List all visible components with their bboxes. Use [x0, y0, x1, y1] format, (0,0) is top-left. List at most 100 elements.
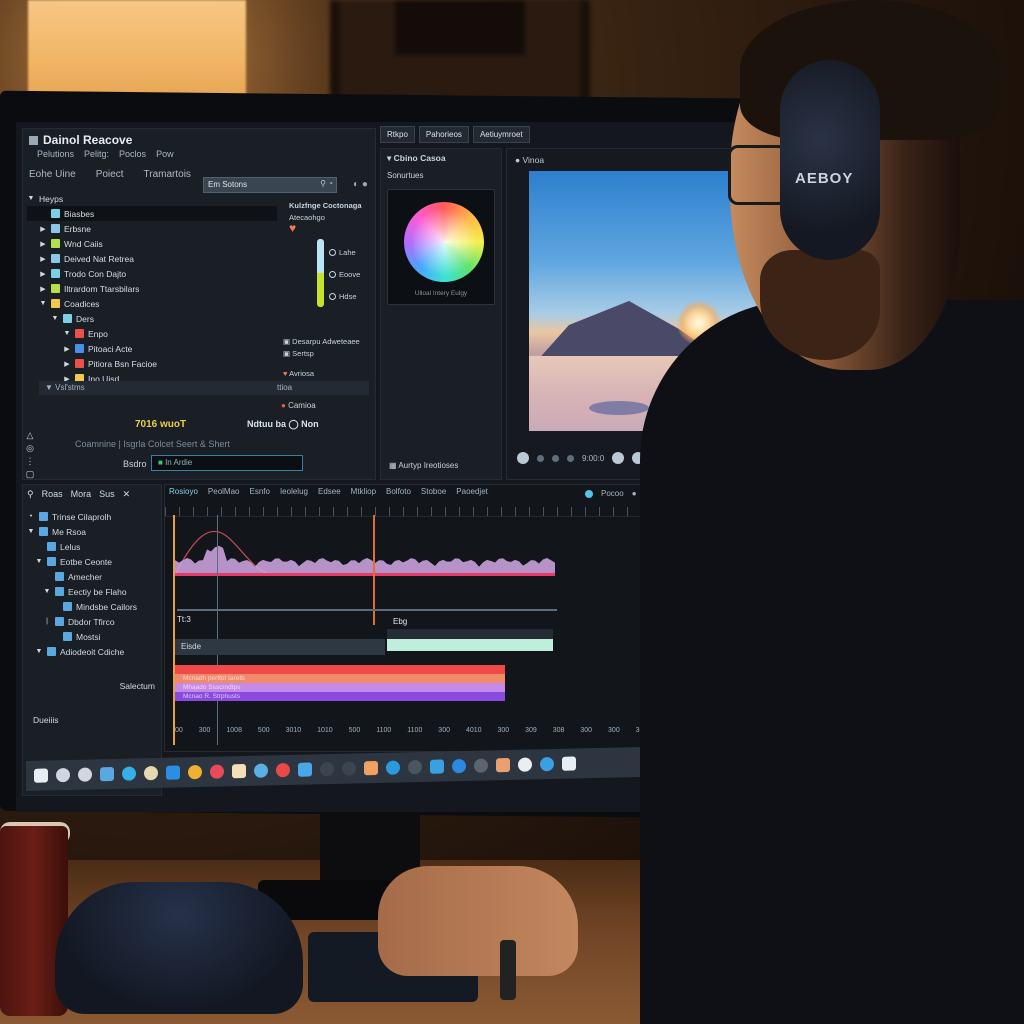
media-tree-item[interactable]: ▶ Pitiora Bsn Facioe [27, 356, 277, 371]
menu-item[interactable]: Pelutions [37, 149, 74, 159]
bin-item[interactable]: ▼ Eectiy be Flaho [27, 584, 137, 599]
media-tree-item[interactable]: ▶ Iltrardom Ttarsbilars [27, 281, 277, 296]
media-tree-item[interactable]: ▼ Ders [27, 311, 277, 326]
media-tree-item[interactable]: ▼ Coadices [27, 296, 277, 311]
media-tree-item[interactable]: ▶ Erbsne [27, 221, 277, 236]
up-icon[interactable]: △ [23, 429, 37, 442]
in-marker[interactable] [173, 515, 175, 745]
tab-edit-line[interactable]: Eohe Uine [29, 169, 76, 180]
extra-item[interactable]: ▣ Desarpu Adweteaee [283, 337, 360, 346]
settings-icon[interactable] [408, 759, 422, 775]
loop-icon[interactable] [517, 452, 529, 464]
auto-item[interactable]: ▦ Aurtyp Ireotioses [389, 461, 458, 470]
store-icon[interactable] [144, 765, 158, 781]
prev-icon[interactable] [537, 454, 544, 462]
caret-icon[interactable]: ▼ [63, 330, 71, 337]
terminal-icon[interactable] [320, 761, 334, 777]
timeline-tab[interactable]: Mtkliop [351, 487, 376, 496]
cloud-icon[interactable] [474, 758, 488, 773]
caret-icon[interactable]: | [43, 618, 51, 625]
bins-tab[interactable]: Mora [71, 489, 92, 500]
skype-icon[interactable] [298, 762, 312, 777]
pin-icon[interactable]: ⚲ [27, 489, 34, 500]
caret-icon[interactable]: ▼ [51, 315, 59, 322]
app-icon[interactable] [166, 765, 180, 780]
start-icon[interactable] [34, 768, 48, 783]
media-tree-item[interactable]: Biasbes [27, 206, 277, 221]
collapsible-bar[interactable]: ▼ Vsl'stms ttioa [39, 381, 369, 395]
radio-icon[interactable]: ◯ [289, 419, 299, 429]
workspace-tab[interactable]: Pahorieos [418, 126, 469, 143]
timeline-tab[interactable]: Bolfoto [386, 487, 411, 496]
extra-item[interactable]: ▣ Sertsp [283, 349, 314, 358]
audio-clip-mint[interactable] [387, 629, 553, 651]
tab-project[interactable]: Poiect [96, 169, 124, 180]
camera-item[interactable]: ● Camioa [281, 401, 316, 410]
timeline-tab[interactable]: Rosioyo [169, 487, 198, 496]
bin-item[interactable]: Lelus [27, 539, 137, 554]
caret-icon[interactable]: ▶ [39, 285, 47, 293]
caret-icon[interactable]: ▶ [39, 225, 47, 233]
caret-icon[interactable]: • [27, 513, 35, 520]
mail-icon[interactable] [430, 759, 444, 774]
bin-item[interactable]: Amecher [27, 569, 137, 584]
doc-icon[interactable]: ▢ [23, 468, 37, 481]
radio-option[interactable]: Eoove [329, 263, 360, 285]
red-app-icon[interactable] [210, 764, 224, 779]
media-icon[interactable] [254, 763, 268, 778]
action-item[interactable]: ♥ Avriosa [283, 369, 314, 378]
bins-tab[interactable]: Roas [42, 489, 63, 500]
user-icon[interactable] [496, 757, 510, 773]
bin-item[interactable]: ▼ Eotbe Ceonte [27, 554, 137, 569]
timeline-tab[interactable]: Paoedjet [456, 487, 488, 496]
media-tree-item[interactable]: ▶ Deived Nat Retrea [27, 251, 277, 266]
color-clip[interactable]: Mcnao R. Strphusts [175, 692, 505, 701]
window2-icon[interactable] [540, 756, 554, 772]
app2-icon[interactable] [452, 758, 466, 774]
bin-item[interactable]: Mostsi [27, 629, 137, 644]
bin-item[interactable]: • Trinse Cilaprolh [27, 509, 137, 524]
text-field[interactable]: ■ In Ardie [151, 455, 303, 471]
menu-item[interactable]: Poclos [119, 149, 146, 159]
chrome-icon[interactable] [188, 764, 202, 780]
caret-icon[interactable]: ▶ [39, 270, 47, 278]
widgets-icon[interactable] [56, 767, 70, 783]
timeline-tab[interactable]: Esnfo [249, 487, 269, 496]
bin-item[interactable]: ▼ Me Rsoa [27, 524, 137, 539]
photos-icon[interactable] [364, 760, 378, 776]
edge-icon[interactable] [122, 766, 136, 781]
bin-item[interactable]: ▼ Adiodeoit Cdiche [27, 644, 137, 659]
radio-option[interactable]: Hdse [329, 285, 360, 307]
caret-icon[interactable]: ▼ [35, 648, 43, 655]
media-tree-item[interactable]: ▼ Enpo [27, 326, 277, 341]
folder-icon[interactable] [342, 761, 356, 776]
color-clip[interactable]: Mhaado Ssscrndtps [175, 683, 505, 692]
media-tree-item[interactable]: ▶ Pitoaci Acte [27, 341, 277, 356]
caret-icon[interactable]: ▼ [35, 558, 43, 565]
tree-section[interactable]: ▼ Heyps [27, 191, 277, 206]
heart-icon[interactable]: ♥ [289, 221, 296, 235]
network-option[interactable]: Non [301, 419, 319, 429]
color-clip[interactable] [175, 665, 505, 674]
caret-icon[interactable]: ▼ [39, 300, 47, 307]
radio-option[interactable]: Lahe [329, 241, 360, 263]
bins-tab[interactable]: Sus [99, 489, 115, 500]
record-icon[interactable] [276, 762, 290, 778]
search-icon[interactable]: ⚲ ◔ [320, 179, 333, 188]
bin-item[interactable]: Mindsbe Cailors [27, 599, 137, 614]
media-tree-item[interactable]: ▶ Wnd Caiis [27, 236, 277, 251]
caret-icon[interactable]: ▼ [27, 528, 35, 535]
chat-icon[interactable] [100, 766, 114, 782]
media-tree-item[interactable]: ▶ Trodo Con Dajto [27, 266, 277, 281]
tab-transitions[interactable]: Tramartois [144, 169, 191, 180]
caret-icon[interactable]: ▶ [39, 255, 47, 263]
files-icon[interactable] [232, 763, 246, 779]
menu-item[interactable]: Pow [156, 149, 174, 159]
timeline-tab[interactable]: Stoboe [421, 487, 446, 496]
timeline-tab[interactable]: PeolMao [208, 487, 240, 496]
tv-icon[interactable] [562, 756, 576, 771]
music-icon[interactable] [518, 757, 532, 772]
caret-icon[interactable]: ▼ [43, 588, 51, 595]
timeline-tab[interactable]: Edsee [318, 487, 341, 496]
workspace-tab[interactable]: Rtkpo [380, 126, 415, 143]
